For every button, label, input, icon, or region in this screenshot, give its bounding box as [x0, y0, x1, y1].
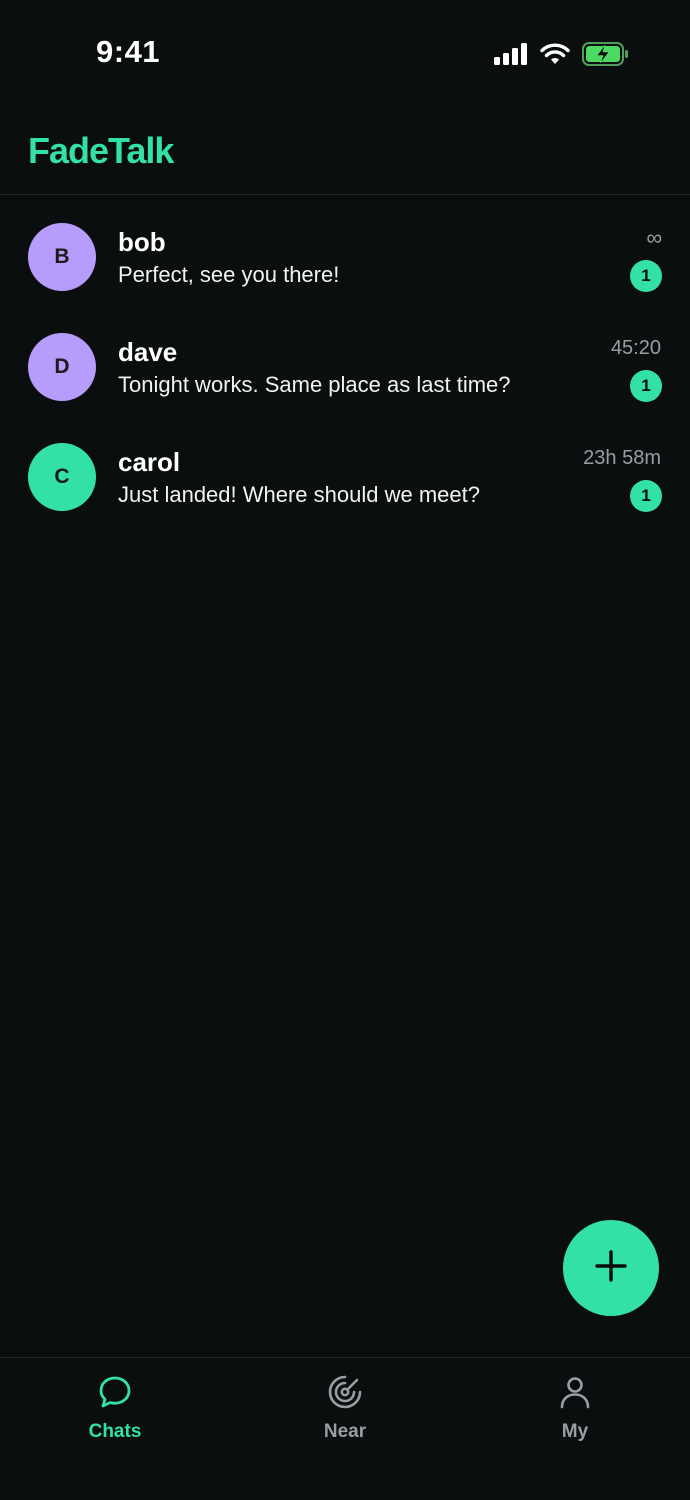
tab-near[interactable]: Near: [265, 1374, 425, 1444]
avatar-initial: B: [54, 245, 70, 268]
tab-chats[interactable]: Chats: [35, 1374, 195, 1444]
new-chat-button[interactable]: [563, 1220, 659, 1316]
chat-row-bob[interactable]: B bob Perfect, see you there! ∞ 1: [0, 203, 690, 313]
tab-bar: Chats Near My: [0, 1357, 690, 1500]
chat-expiry-time: 23h 58m: [583, 447, 661, 469]
unread-badge: 1: [630, 370, 662, 402]
avatar: D: [28, 333, 96, 401]
chat-name: carol: [118, 447, 181, 477]
chat-name: bob: [118, 227, 166, 257]
avatar: B: [28, 223, 96, 291]
chat-expiry-time: ∞: [646, 225, 662, 250]
chat-list: B bob Perfect, see you there! ∞ 1 D dave…: [0, 203, 690, 533]
unread-badge: 1: [630, 480, 662, 512]
cellular-signal-icon: [494, 42, 528, 70]
avatar-initial: C: [54, 465, 70, 488]
chat-expiry-time: 45:20: [610, 337, 661, 359]
status-time: 9:41: [96, 34, 161, 69]
tab-label: Near: [323, 1421, 367, 1442]
chat-row-dave[interactable]: D dave Tonight works. Same place as last…: [0, 313, 690, 423]
status-bar: 9:41: [0, 0, 690, 110]
chat-preview: Just landed! Where should we meet?: [118, 482, 480, 507]
radar-icon: [327, 1374, 363, 1415]
avatar: C: [28, 443, 96, 511]
plus-icon: [594, 1249, 628, 1288]
chats-screen: 9:41 FadeTalk B bob Perfect, see you the…: [0, 0, 690, 1500]
wifi-icon: [540, 43, 570, 70]
chat-preview: Perfect, see you there!: [118, 262, 340, 287]
status-icons: [494, 41, 630, 71]
chat-name: dave: [118, 337, 178, 367]
battery-charging-icon: [582, 41, 630, 71]
avatar-initial: D: [54, 355, 70, 378]
tab-label: Chats: [88, 1421, 142, 1442]
tab-my[interactable]: My: [495, 1374, 655, 1444]
chat-preview: Tonight works. Same place as last time?: [118, 372, 511, 397]
unread-badge: 1: [630, 260, 662, 292]
app-header: FadeTalk: [0, 110, 690, 195]
tab-label: My: [561, 1421, 589, 1442]
chat-row-carol[interactable]: C carol Just landed! Where should we mee…: [0, 423, 690, 533]
chat-bubble-icon: [97, 1374, 133, 1415]
app-title: FadeTalk: [28, 130, 174, 171]
person-icon: [557, 1374, 593, 1415]
